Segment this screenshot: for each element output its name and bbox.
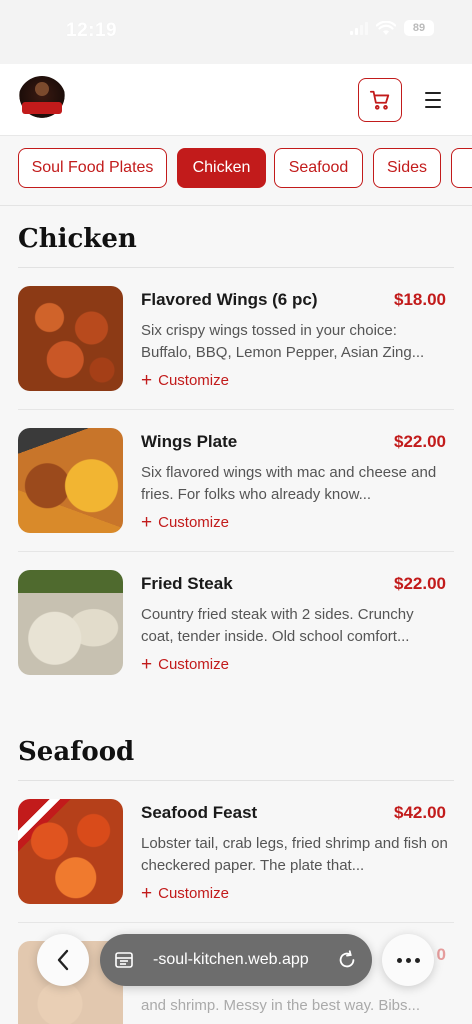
customize-label: Customize [158, 514, 229, 531]
browser-back-button[interactable] [37, 934, 89, 986]
item-image [18, 799, 123, 904]
item-name: Seafood Feast [141, 803, 258, 822]
hamburger-menu-button[interactable] [420, 86, 446, 114]
tab-chicken[interactable]: Chicken [177, 148, 266, 188]
item-description: Six crispy wings tossed in your choice: … [141, 322, 425, 361]
item-name: Flavored Wings (6 pc) [141, 290, 318, 309]
chevron-left-icon [57, 949, 69, 971]
item-description: Lobster tail, crab legs, fried shrimp an… [141, 835, 448, 874]
status-bar: 12:19 89 [0, 0, 472, 64]
tab-seafood[interactable]: Seafood [274, 148, 363, 188]
item-price: 0 [436, 945, 446, 964]
wifi-icon [376, 20, 396, 35]
browser-more-button[interactable] [382, 934, 434, 986]
site-header [0, 64, 472, 136]
item-price: $22.00 [394, 432, 446, 451]
item-price: $22.00 [394, 574, 446, 593]
menu-line [425, 99, 441, 101]
menu-line [425, 92, 441, 94]
plus-icon: + [141, 653, 153, 675]
dot [405, 957, 411, 963]
item-image [18, 570, 123, 675]
dot [414, 957, 420, 963]
plus-icon: + [141, 511, 153, 533]
customize-label: Customize [158, 885, 229, 902]
status-time: 12:19 [66, 20, 118, 41]
category-tabs: Soul Food Plates Chicken Seafood Sides [0, 136, 472, 206]
menu-item-flavored-wings[interactable]: Flavored Wings (6 pc) $18.00 Six crispy … [18, 268, 454, 410]
brand-logo[interactable] [18, 76, 66, 124]
plus-icon: + [141, 369, 153, 391]
customize-button[interactable]: + Customize [141, 882, 229, 904]
customize-label: Customize [158, 656, 229, 673]
signal-icon [350, 21, 368, 35]
tab-soul-food-plates[interactable]: Soul Food Plates [18, 148, 167, 188]
logo-banner [22, 102, 62, 114]
cart-button[interactable] [358, 78, 402, 122]
customize-button[interactable]: + Customize [141, 369, 229, 391]
dot [396, 957, 402, 963]
item-price: $42.00 [394, 803, 446, 822]
battery-icon: 89 [404, 20, 434, 36]
status-icons: 89 [350, 20, 434, 36]
menu-line [425, 106, 441, 108]
menu-item-fried-steak[interactable]: Fried Steak $22.00 Country fried steak w… [18, 552, 454, 694]
reload-icon[interactable] [336, 949, 358, 971]
item-description: and shrimp. Messy in the best way. Bibs.… [141, 997, 421, 1014]
tab-sides[interactable]: Sides [373, 148, 441, 188]
logo-figure [35, 82, 49, 96]
item-name: Fried Steak [141, 574, 233, 593]
item-image [18, 286, 123, 391]
tab-next-partial[interactable] [451, 148, 472, 188]
url-text: -soul-kitchen.web.app [153, 951, 309, 968]
item-description: Country fried steak with 2 sides. Crunch… [141, 606, 414, 645]
item-description: Six flavored wings with mac and cheese a… [141, 464, 437, 503]
item-image [18, 428, 123, 533]
browser-url-bar[interactable]: -soul-kitchen.web.app [100, 934, 372, 986]
menu-item-seafood-feast[interactable]: Seafood Feast $42.00 Lobster tail, crab … [18, 781, 454, 923]
item-price: $18.00 [394, 290, 446, 309]
customize-label: Customize [158, 372, 229, 389]
section-title-chicken: Chicken [18, 224, 137, 254]
section-title-seafood: Seafood [18, 737, 135, 767]
page-menu-icon [115, 952, 133, 968]
cart-icon [369, 90, 390, 110]
plus-icon: + [141, 882, 153, 904]
customize-button[interactable]: + Customize [141, 653, 229, 675]
item-name: Wings Plate [141, 432, 238, 451]
menu-item-wings-plate[interactable]: Wings Plate $22.00 Six flavored wings wi… [18, 410, 454, 552]
customize-button[interactable]: + Customize [141, 511, 229, 533]
